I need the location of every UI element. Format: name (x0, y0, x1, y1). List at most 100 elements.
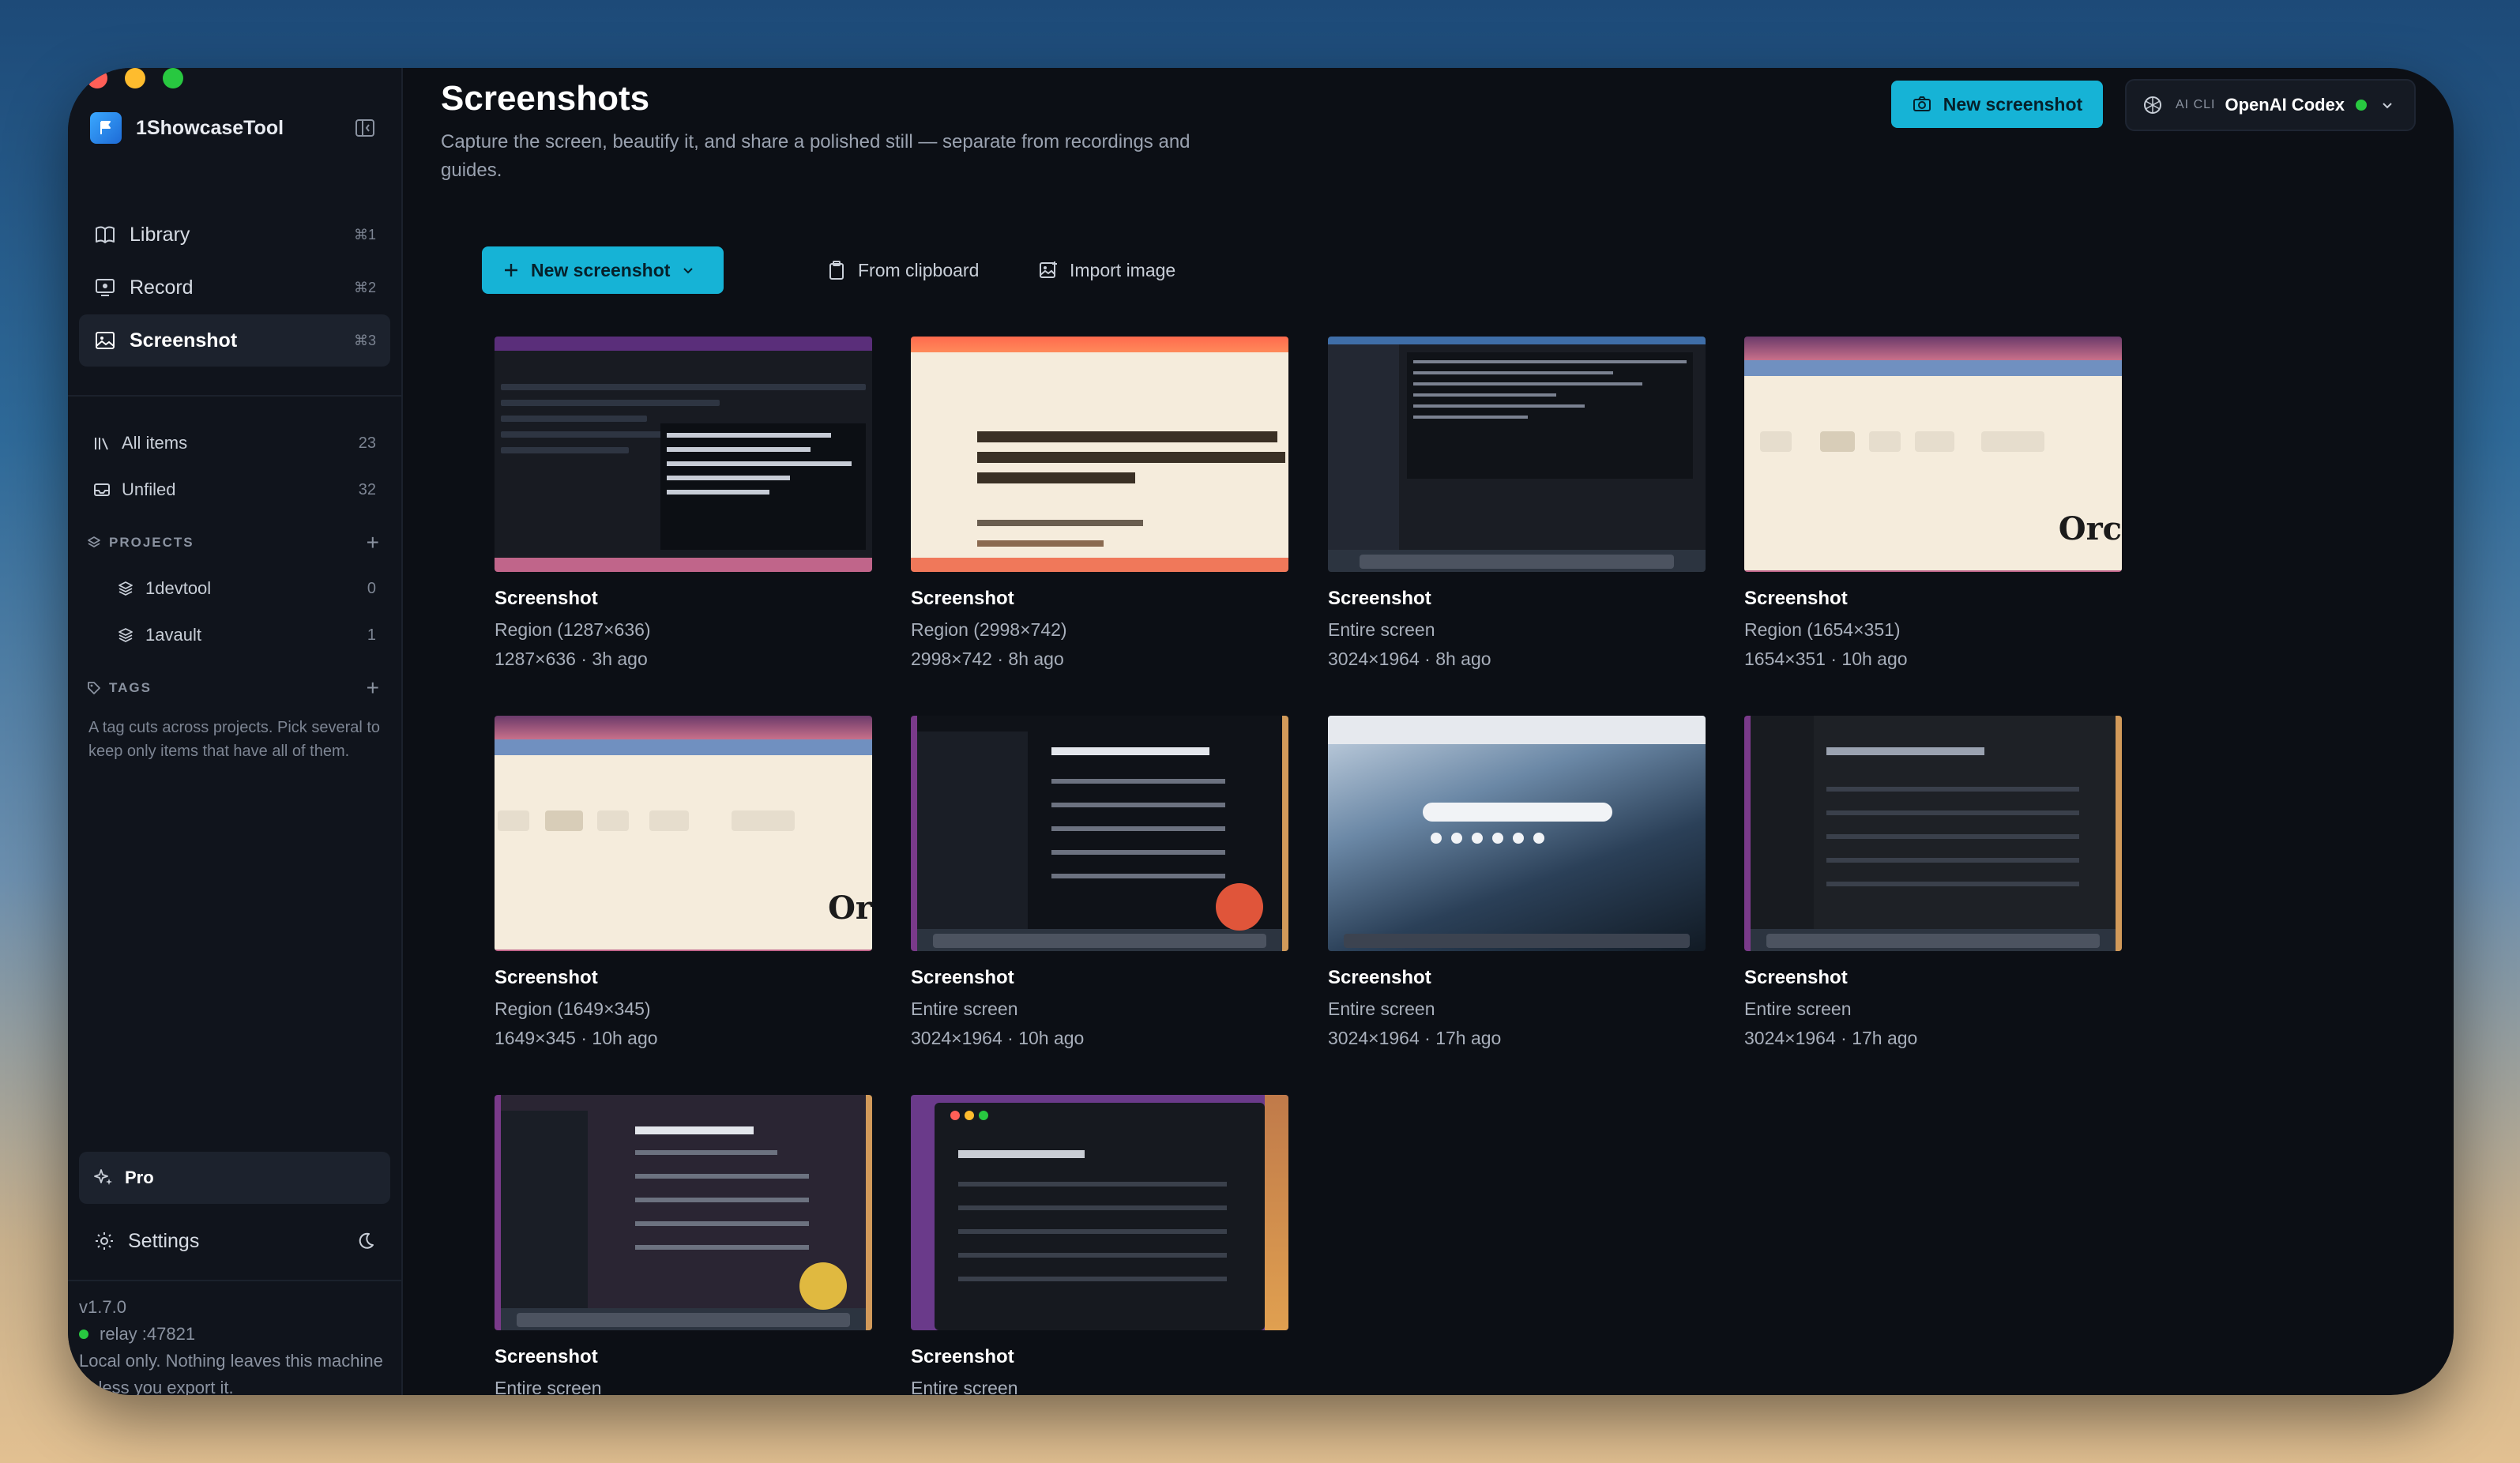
project-item-1avault[interactable]: 1avault 1 (79, 615, 390, 655)
screenshot-card[interactable]: Screenshot Entire screen 3024×1964 · 10h… (911, 716, 1288, 1049)
settings-label: Settings (128, 1229, 200, 1252)
card-title: Screenshot (1328, 588, 1431, 609)
sidebar-item-library[interactable]: Library ⌘1 (79, 209, 390, 261)
add-project-button[interactable]: + (367, 532, 379, 554)
shortcut-hint: ⌘3 (353, 332, 376, 348)
import-image-button[interactable]: Import image (1038, 246, 1175, 294)
filter-all-items[interactable]: All items 23 (79, 423, 390, 463)
zoom-window-button[interactable] (163, 68, 183, 88)
card-title: Screenshot (1744, 967, 1848, 988)
tag-icon (88, 682, 100, 694)
status-dot (2356, 100, 2368, 111)
sidebar-item-label: Library (130, 223, 190, 246)
relay-status: relay :47821 (79, 1321, 390, 1348)
ai-cli-prefix: AI CLI (2176, 98, 2216, 111)
status-footer: v1.7.0 relay :47821 Local only. Nothing … (79, 1294, 390, 1395)
card-subtitle: Entire screen (1328, 999, 1435, 1019)
card-meta: 3024×1964 · 17h ago (1328, 1028, 1502, 1048)
card-title: Screenshot (495, 967, 598, 988)
from-clipboard-button[interactable]: From clipboard (826, 246, 979, 294)
button-label: Import image (1070, 259, 1176, 280)
sidebar-collapse-icon[interactable] (354, 117, 376, 139)
ai-cli-selector[interactable]: AI CLI OpenAI Codex (2125, 79, 2416, 131)
screenshot-card[interactable]: Screenshot Region (2998×742) 2998×742 · … (911, 337, 1288, 670)
screenshot-card[interactable]: Orc Screenshot Region (1654×351) 1654×35… (1744, 337, 2122, 670)
moon-icon[interactable] (355, 1231, 376, 1251)
sidebar-divider (68, 395, 401, 397)
item-count: 32 (358, 480, 376, 498)
screenshot-thumbnail[interactable] (1744, 716, 2122, 951)
card-subtitle: Region (2998×742) (911, 619, 1067, 640)
shortcut-hint: ⌘2 (353, 279, 376, 295)
page-title: Screenshots (441, 79, 650, 118)
section-label: PROJECTS (109, 535, 194, 550)
book-icon (96, 226, 115, 243)
screenshot-thumbnail[interactable] (495, 1095, 872, 1330)
card-title: Screenshot (495, 1346, 598, 1367)
card-meta: 2998×742 · 8h ago (911, 649, 1064, 669)
sidebar-item-record[interactable]: Record ⌘2 (79, 261, 390, 314)
brand: 1ShowcaseTool (90, 101, 401, 155)
card-title: Screenshot (1328, 967, 1431, 988)
filter-label: Unfiled (122, 480, 176, 499)
item-count: 1 (367, 626, 376, 644)
card-subtitle: Entire screen (911, 1378, 1018, 1395)
screenshot-card[interactable]: Screenshot Entire screen 3024×1964 · 8h … (1328, 337, 1706, 670)
relay-text: relay :47821 (100, 1324, 196, 1344)
sidebar-item-label: Record (130, 276, 194, 299)
button-label: From clipboard (858, 259, 980, 280)
sidebar-item-screenshot[interactable]: Screenshot ⌘3 (79, 314, 390, 367)
screenshot-card[interactable]: Screenshot Entire screen 3024×1964 · 17h… (1744, 716, 2122, 1049)
card-subtitle: Region (1287×636) (495, 619, 651, 640)
screenshot-thumbnail[interactable]: Or (495, 716, 872, 951)
project-label: 1avault (145, 625, 201, 645)
sidebar-item-label: Screenshot (130, 329, 238, 352)
close-window-button[interactable] (87, 68, 107, 88)
card-meta: 3024×1964 · 8h ago (1328, 649, 1491, 669)
screenshot-card[interactable]: Or Screenshot Region (1649×345) 1649×345… (495, 716, 872, 1049)
ai-cli-name: OpenAI Codex (2225, 95, 2345, 115)
card-meta: 1654×351 · 10h ago (1744, 649, 1908, 669)
screenshot-card[interactable]: Screenshot Entire screen (911, 1095, 1288, 1395)
pro-button[interactable]: Pro (79, 1152, 390, 1204)
add-tag-button[interactable]: + (367, 677, 379, 699)
sidebar: 1ShowcaseTool Library ⌘1 Record ⌘2 Scree… (68, 68, 403, 1395)
sparkles-icon (94, 1169, 112, 1185)
card-subtitle: Entire screen (495, 1378, 602, 1395)
version-text: v1.7.0 (79, 1297, 126, 1317)
app-logo-icon (90, 112, 122, 144)
screenshot-card[interactable]: Screenshot Entire screen 3024×1964 · 17h… (1328, 716, 1706, 1049)
projects-section-header: PROJECTS + (87, 531, 390, 555)
gear-icon (96, 1232, 113, 1250)
tags-section-header: TAGS + (87, 676, 390, 700)
card-title: Screenshot (911, 588, 1014, 609)
new-screenshot-header-button[interactable]: New screenshot (1891, 81, 2103, 128)
card-subtitle: Entire screen (1328, 619, 1435, 640)
screenshot-card[interactable]: Screenshot Entire screen (495, 1095, 872, 1395)
project-item-1devtool[interactable]: 1devtool 0 (79, 569, 390, 608)
filter-unfiled[interactable]: Unfiled 32 (79, 470, 390, 510)
settings-button[interactable]: Settings (79, 1215, 390, 1267)
new-screenshot-dropdown-button[interactable]: New screenshot (482, 246, 724, 294)
tags-help-text: A tag cuts across projects. Pick several… (88, 719, 381, 760)
privacy-note: Local only. Nothing leaves this machine … (79, 1351, 383, 1395)
layers-icon (88, 536, 100, 547)
layers-icon (118, 581, 133, 596)
card-subtitle: Entire screen (1744, 999, 1852, 1019)
button-label: New screenshot (1943, 93, 2083, 115)
button-label: New screenshot (531, 259, 671, 280)
minimize-window-button[interactable] (125, 68, 145, 88)
screenshot-thumbnail[interactable]: Orc (1744, 337, 2122, 572)
screenshot-thumbnail[interactable] (495, 337, 872, 572)
card-meta: 3024×1964 · 17h ago (1744, 1028, 1918, 1048)
screenshot-thumbnail[interactable] (1328, 337, 1706, 572)
page-subtitle: Capture the screen, beautify it, and sha… (441, 131, 1190, 181)
screenshot-thumbnail[interactable] (911, 337, 1288, 572)
screenshot-card[interactable]: Screenshot Region (1287×636) 1287×636 · … (495, 337, 872, 670)
screenshot-thumbnail[interactable] (911, 716, 1288, 951)
card-title: Screenshot (1744, 588, 1848, 609)
screenshot-thumbnail[interactable] (1328, 716, 1706, 951)
card-meta: 1287×636 · 3h ago (495, 649, 648, 669)
screenshot-thumbnail[interactable] (911, 1095, 1288, 1330)
layers-icon (118, 628, 133, 642)
